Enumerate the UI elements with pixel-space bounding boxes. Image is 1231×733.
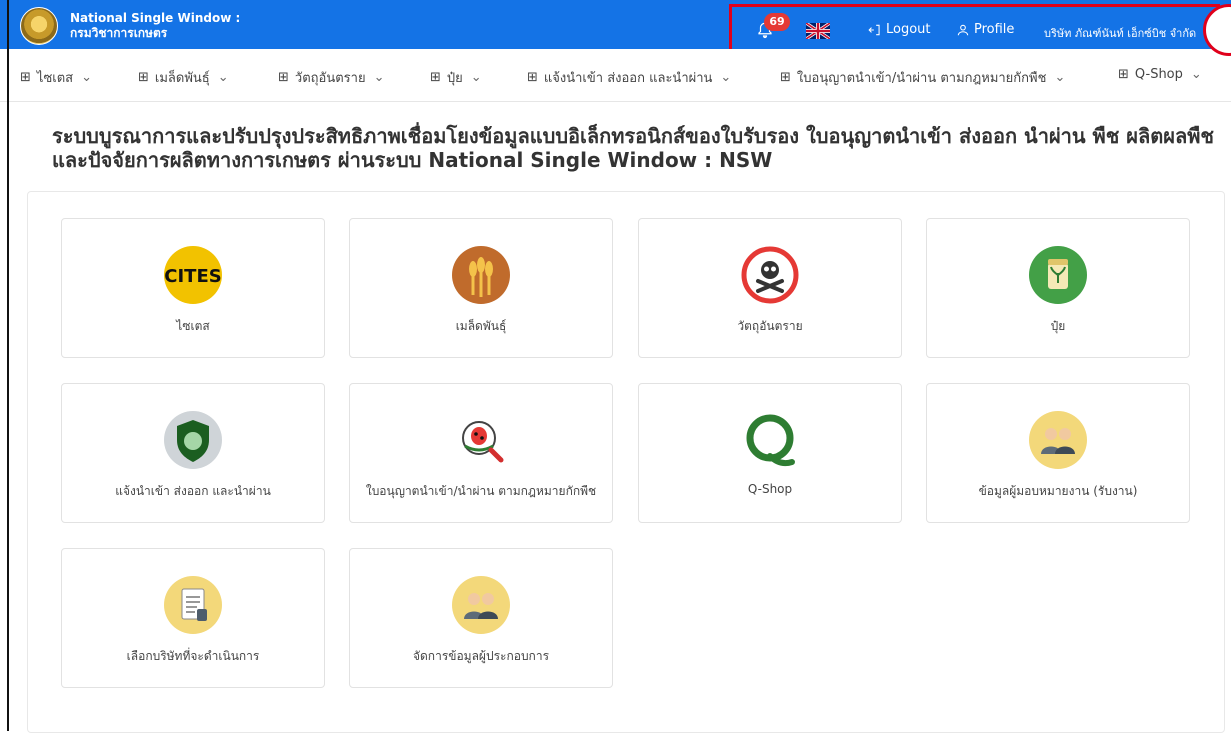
card-label: ใบอนุญาตนำเข้า/นำผ่าน ตามกฎหมายกักพืช (365, 484, 597, 498)
card-fertilizer[interactable]: ปุ๋ย (926, 218, 1190, 358)
user-icon (957, 24, 969, 35)
q-shop-icon (746, 414, 795, 467)
menu-item-label: วัตถุอันตราย (294, 71, 366, 86)
card-select-company[interactable]: เลือกบริษัทที่จะดำเนินการ (61, 548, 325, 688)
logout-button[interactable]: Logout (868, 22, 931, 37)
menu-item-label: ใบอนุญาตนำเข้า/นำผ่าน ตามกฎหมายกักพืช (796, 71, 1047, 86)
people-icon (1029, 411, 1087, 469)
chevron-down-icon: ⌄ (470, 70, 482, 85)
menu-item-fertilizer[interactable]: ⊞ ปุ๋ย ⌄ (430, 67, 482, 88)
grid-icon: ⊞ (780, 70, 791, 85)
profile-label: Profile (974, 22, 1015, 37)
seeds-icon (452, 246, 510, 304)
chevron-down-icon: ⌄ (720, 70, 732, 85)
chevron-down-icon: ⌄ (1054, 70, 1066, 85)
grid-icon: ⊞ (20, 70, 31, 85)
chevron-down-icon: ⌄ (217, 70, 229, 85)
menu-item-label: แจ้งนำเข้า ส่งออก และนำผ่าน (543, 71, 713, 86)
document-icon (164, 576, 222, 634)
menu-item-label: ไซเตส (36, 71, 74, 86)
brand-title: National Single Window : (70, 11, 241, 25)
card-label: เมล็ดพันธุ์ (455, 319, 507, 333)
logout-icon (868, 24, 880, 35)
card-label: วัตถุอันตราย (737, 319, 803, 333)
notifications-button[interactable]: 69 (756, 13, 790, 41)
menu-item-label: ปุ๋ย (446, 71, 463, 86)
window-edge (7, 0, 9, 731)
hazard-icon (741, 246, 799, 304)
chevron-down-icon: ⌄ (373, 70, 385, 85)
card-q-shop[interactable]: Q-Shop (638, 383, 902, 523)
menu-item-plant-quarantine[interactable]: ⊞ ใบอนุญาตนำเข้า/นำผ่าน ตามกฎหมายกักพืช … (780, 67, 1065, 88)
grid-icon: ⊞ (430, 70, 441, 85)
page-title: ระบบบูรณาการและปรับปรุงประสิทธิภาพเชื่อม… (52, 124, 1214, 172)
notification-count-badge: 69 (764, 13, 790, 31)
top-bar: National Single Window : กรมวิชาการเกษตร… (0, 0, 1231, 56)
grid-icon: ⊞ (1118, 67, 1129, 82)
logout-label: Logout (886, 22, 931, 37)
card-label: เลือกบริษัทที่จะดำเนินการ (126, 649, 260, 663)
card-manage-operators[interactable]: จัดการข้อมูลผู้ประกอบการ (349, 548, 613, 688)
card-plant-quarantine[interactable]: ใบอนุญาตนำเข้า/นำผ่าน ตามกฎหมายกักพืช (349, 383, 613, 523)
fertilizer-icon (1029, 246, 1087, 304)
grid-icon: ⊞ (527, 70, 538, 85)
services-panel: CITES ไซเตส เมล็ดพันธุ์ วัตถุอันตราย ปุ๋… (27, 191, 1225, 733)
main-menu: ⊞ ไซเตส ⌄ ⊞ เมล็ดพันธุ์ ⌄ ⊞ วัตถุอันตราย… (0, 49, 1231, 102)
menu-item-cites[interactable]: ⊞ ไซเตส ⌄ (20, 67, 92, 88)
menu-item-label: Q-Shop (1134, 67, 1183, 82)
card-hazard[interactable]: วัตถุอันตราย (638, 218, 902, 358)
chevron-down-icon: ⌄ (1190, 67, 1202, 82)
company-name[interactable]: บริษัท ภัณฑ์นันท์ เอ็กซ์บิช จำกัด (1044, 24, 1196, 42)
card-label: ปุ๋ย (1050, 319, 1066, 333)
grid-icon: ⊞ (278, 70, 289, 85)
menu-item-hazard[interactable]: ⊞ วัตถุอันตราย ⌄ (278, 67, 384, 88)
brand-subtitle: กรมวิชาการเกษตร (70, 26, 168, 40)
cites-icon: CITES (164, 246, 222, 304)
menu-item-seeds[interactable]: ⊞ เมล็ดพันธุ์ ⌄ (138, 67, 229, 88)
card-seeds[interactable]: เมล็ดพันธุ์ (349, 218, 613, 358)
dept-shield-icon (164, 411, 222, 469)
profile-button[interactable]: Profile (956, 22, 1014, 37)
svg-text:CITES: CITES (164, 266, 221, 287)
card-label: Q-Shop (747, 482, 793, 496)
department-logo-icon (20, 7, 58, 45)
menu-item-q-shop[interactable]: ⊞ Q-Shop ⌄ (1118, 67, 1202, 82)
card-assignor-info[interactable]: ข้อมูลผู้มอบหมายงาน (รับงาน) (926, 383, 1190, 523)
card-cites[interactable]: CITES ไซเตส (61, 218, 325, 358)
menu-item-import-export[interactable]: ⊞ แจ้งนำเข้า ส่งออก และนำผ่าน ⌄ (527, 67, 731, 88)
plant-quarantine-icon (462, 421, 504, 463)
card-import-export[interactable]: แจ้งนำเข้า ส่งออก และนำผ่าน (61, 383, 325, 523)
grid-icon: ⊞ (138, 70, 149, 85)
brand[interactable]: National Single Window : กรมวิชาการเกษตร (20, 7, 240, 45)
card-label: ไซเตส (176, 319, 210, 333)
menu-item-label: เมล็ดพันธุ์ (154, 71, 210, 86)
chevron-down-icon: ⌄ (81, 70, 92, 85)
card-label: แจ้งนำเข้า ส่งออก และนำผ่าน (115, 484, 271, 498)
card-label: ข้อมูลผู้มอบหมายงาน (รับงาน) (978, 484, 1138, 498)
card-label: จัดการข้อมูลผู้ประกอบการ (412, 649, 550, 663)
uk-flag-icon[interactable] (806, 23, 830, 39)
people-icon (452, 576, 510, 634)
